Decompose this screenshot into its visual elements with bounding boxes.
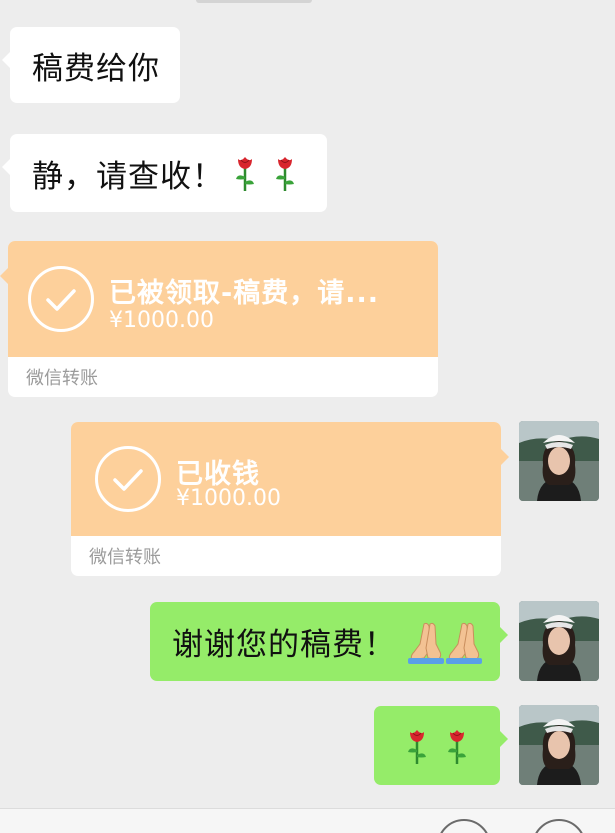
bubble-tail — [2, 51, 11, 69]
message-bubble-received[interactable]: 稿费给你 — [2, 27, 180, 103]
message-text: 静，请查收！ — [32, 158, 224, 195]
bubble-tail — [499, 730, 508, 748]
avatar[interactable] — [519, 421, 599, 501]
transfer-title: 已被领取-稿费，请... — [109, 278, 379, 309]
transfer-footer: 微信转账 — [89, 547, 161, 568]
message-bubble-sent[interactable]: 谢谢您的稿费！ — [150, 602, 508, 681]
bubble-tail — [0, 267, 9, 285]
bubble-tail — [499, 626, 508, 644]
bubble-tail — [500, 448, 509, 466]
more-button-icon[interactable] — [532, 819, 586, 833]
message-text: 谢谢您的稿费！ — [172, 627, 396, 663]
rose-emoji-icon — [236, 157, 254, 191]
input-bar — [0, 808, 615, 833]
message-bubble-received[interactable]: 静，请查收！ — [2, 134, 327, 212]
transfer-amount: ¥1000.00 — [176, 486, 281, 511]
rose-emoji-icon — [276, 157, 294, 191]
transfer-card-received[interactable]: 已被领取-稿费，请... ¥1000.00 微信转账 — [0, 241, 438, 397]
folded-hands-emoji-icon — [408, 622, 482, 664]
check-circle-icon — [28, 266, 94, 332]
emoji-button-icon[interactable] — [437, 819, 491, 833]
transfer-card-sent[interactable]: 已收钱 ¥1000.00 微信转账 — [71, 422, 509, 576]
rose-emoji-icon — [448, 729, 466, 764]
transfer-footer: 微信转账 — [26, 368, 98, 389]
previous-message-edge — [196, 0, 312, 3]
message-bubble-sent[interactable] — [374, 706, 508, 785]
avatar[interactable] — [519, 705, 599, 785]
message-text: 稿费给你 — [32, 50, 160, 87]
bubble-tail — [2, 158, 11, 176]
check-circle-icon — [95, 446, 161, 512]
transfer-amount: ¥1000.00 — [109, 308, 214, 333]
avatar[interactable] — [519, 601, 599, 681]
rose-emoji-icon — [408, 729, 426, 764]
